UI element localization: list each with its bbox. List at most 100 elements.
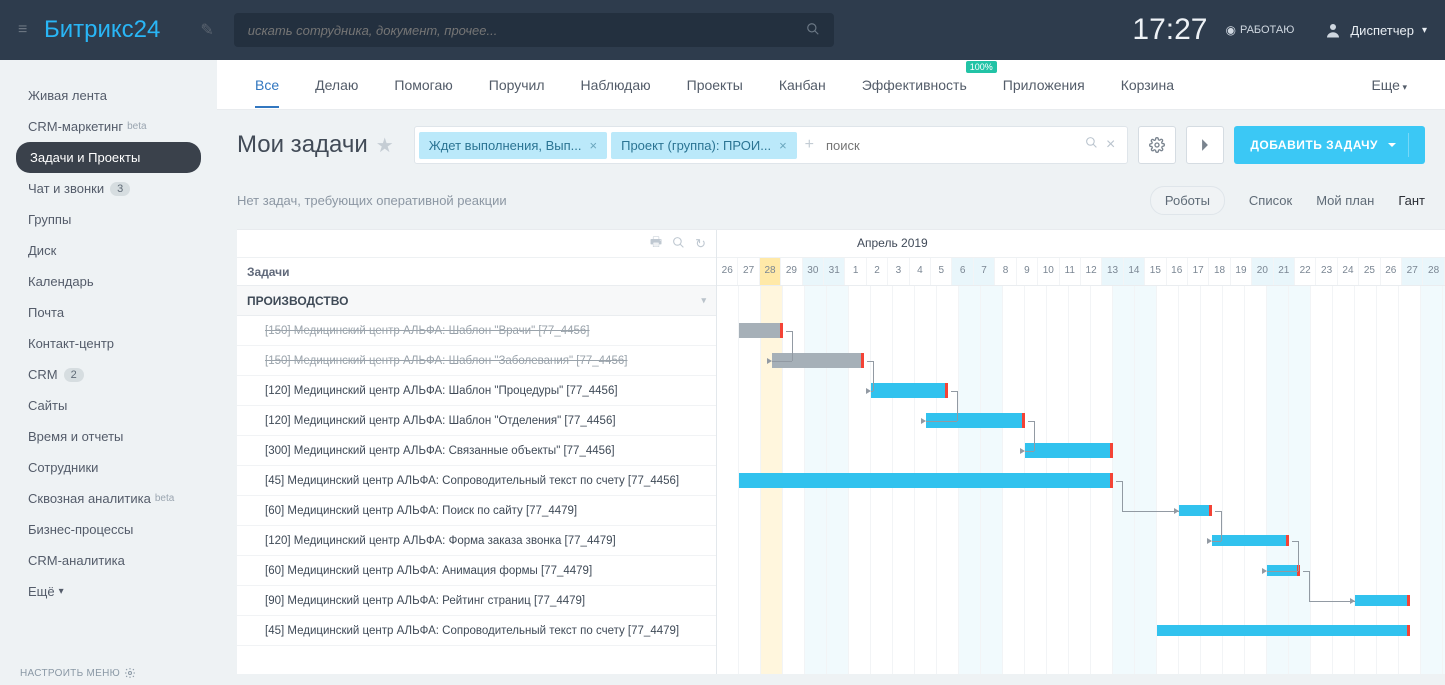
day-header: 4 xyxy=(910,258,931,285)
sidebar-item-14[interactable]: Бизнес-процессы xyxy=(0,514,217,545)
day-header: 3 xyxy=(888,258,909,285)
view-list[interactable]: Список xyxy=(1249,193,1292,208)
zoom-icon[interactable] xyxy=(672,236,685,252)
task-list-header: Задачи xyxy=(237,258,716,286)
gantt-bar[interactable] xyxy=(1179,505,1212,516)
sidebar-item-6[interactable]: Календарь xyxy=(0,266,217,297)
sidebar-item-4[interactable]: Группы xyxy=(0,204,217,235)
tab-4[interactable]: Наблюдаю xyxy=(563,63,669,107)
task-row[interactable]: [120] Медицинский центр АЛЬФА: Форма зак… xyxy=(237,526,716,556)
favorite-star-icon[interactable]: ★ xyxy=(376,133,394,158)
tab-2[interactable]: Помогаю xyxy=(376,63,470,107)
tab-6[interactable]: Канбан xyxy=(761,63,844,107)
tab-more[interactable]: Еще xyxy=(1353,63,1425,107)
grid-column xyxy=(717,286,739,674)
app-logo[interactable]: Битрикс24 xyxy=(44,16,160,44)
gantt-bar[interactable] xyxy=(871,383,948,398)
grid-column xyxy=(1113,286,1135,674)
global-search[interactable] xyxy=(234,13,834,47)
search-input[interactable] xyxy=(248,23,806,38)
filter-chip-status[interactable]: Ждет выполнения, Вып...× xyxy=(419,132,607,159)
chevron-down-icon[interactable] xyxy=(1388,143,1396,147)
day-header: 9 xyxy=(1017,258,1038,285)
sidebar-item-15[interactable]: CRM-аналитика xyxy=(0,545,217,576)
task-row[interactable]: [300] Медицинский центр АЛЬФА: Связанные… xyxy=(237,436,716,466)
day-header: 28 xyxy=(1423,258,1444,285)
clear-icon[interactable]: × xyxy=(1106,136,1115,154)
sidebar-item-16[interactable]: Ещё xyxy=(0,576,217,607)
tab-7[interactable]: Эффективность100% xyxy=(844,63,985,107)
day-header: 7 xyxy=(974,258,995,285)
gantt-bar[interactable] xyxy=(1025,443,1113,458)
sidebar-item-7[interactable]: Почта xyxy=(0,297,217,328)
sidebar-item-2[interactable]: Задачи и Проекты xyxy=(16,142,201,173)
close-icon[interactable]: × xyxy=(590,138,598,153)
tab-3[interactable]: Поручил xyxy=(471,63,563,107)
counter-badge: 3 xyxy=(110,182,130,196)
beta-badge: beta xyxy=(127,121,146,132)
grid-column xyxy=(1245,286,1267,674)
task-row[interactable]: [90] Медицинский центр АЛЬФА: Рейтинг ст… xyxy=(237,586,716,616)
month-label: Апрель 2019 xyxy=(857,236,928,250)
sidebar-item-12[interactable]: Сотрудники xyxy=(0,452,217,483)
tab-1[interactable]: Делаю xyxy=(297,63,376,107)
tab-0[interactable]: Все xyxy=(237,63,297,107)
sidebar-item-8[interactable]: Контакт-центр xyxy=(0,328,217,359)
edit-icon[interactable]: ✎ xyxy=(200,20,213,40)
user-menu[interactable]: Диспетчер xyxy=(1324,21,1427,39)
clock-time[interactable]: 17:27 xyxy=(1132,13,1207,47)
view-gantt[interactable]: Гант xyxy=(1398,193,1425,208)
task-row[interactable]: [120] Медицинский центр АЛЬФА: Шаблон "О… xyxy=(237,406,716,436)
day-header: 17 xyxy=(1188,258,1209,285)
sidebar-item-11[interactable]: Время и отчеты xyxy=(0,421,217,452)
sidebar-item-0[interactable]: Живая лента xyxy=(0,80,217,111)
print-icon[interactable]: 🖶 xyxy=(650,233,662,255)
title-row: Мои задачи ★ Ждет выполнения, Вып...× Пр… xyxy=(217,110,1445,176)
gantt-bar[interactable] xyxy=(739,473,1113,488)
gear-button[interactable] xyxy=(1138,126,1176,164)
sidebar-item-3[interactable]: Чат и звонки3 xyxy=(0,173,217,204)
robots-button[interactable] xyxy=(1186,126,1224,164)
task-row[interactable]: [120] Медицинский центр АЛЬФА: Шаблон "П… xyxy=(237,376,716,406)
sidebar-item-5[interactable]: Диск xyxy=(0,235,217,266)
task-row[interactable]: [60] Медицинский центр АЛЬФА: Поиск по с… xyxy=(237,496,716,526)
robots-link[interactable]: Роботы xyxy=(1150,186,1225,215)
sidebar-item-10[interactable]: Сайты xyxy=(0,390,217,421)
add-task-button[interactable]: ДОБАВИТЬ ЗАДАЧУ xyxy=(1234,126,1425,164)
gantt-bar[interactable] xyxy=(1157,625,1410,636)
plus-icon[interactable]: + xyxy=(801,136,818,154)
gantt-bar[interactable] xyxy=(739,323,783,338)
main-area: ВсеДелаюПомогаюПоручилНаблюдаюПроектыКан… xyxy=(217,60,1445,685)
view-myplan[interactable]: Мой план xyxy=(1316,193,1374,208)
search-icon[interactable] xyxy=(1085,136,1098,154)
refresh-icon[interactable]: ↻ xyxy=(695,236,706,252)
day-header: 16 xyxy=(1167,258,1188,285)
task-row[interactable]: [45] Медицинский центр АЛЬФА: Сопроводит… xyxy=(237,616,716,646)
task-filter[interactable]: Ждет выполнения, Вып...× Проект (группа)… xyxy=(414,126,1129,164)
close-icon[interactable]: × xyxy=(779,138,787,153)
gantt-bar[interactable] xyxy=(1355,595,1410,606)
task-group[interactable]: ПРОИЗВОДСТВО xyxy=(237,286,716,316)
filter-search-input[interactable] xyxy=(818,138,1077,153)
gantt-bar[interactable] xyxy=(1212,535,1289,546)
sidebar-item-1[interactable]: CRM-маркетингbeta xyxy=(0,111,217,142)
day-header: 29 xyxy=(781,258,802,285)
task-row[interactable]: [45] Медицинский центр АЛЬФА: Сопроводит… xyxy=(237,466,716,496)
gantt-chart-pane[interactable]: Апрель 2019 2627282930311234567891011121… xyxy=(717,230,1445,674)
tab-5[interactable]: Проекты xyxy=(669,63,761,107)
tab-9[interactable]: Корзина xyxy=(1103,63,1192,107)
work-status[interactable]: РАБОТАЮ xyxy=(1225,23,1294,37)
day-header: 23 xyxy=(1316,258,1337,285)
sidebar-settings[interactable]: НАСТРОИТЬ МЕНЮ xyxy=(20,667,136,679)
task-row[interactable]: [150] Медицинский центр АЛЬФА: Шаблон "В… xyxy=(237,316,716,346)
filter-chip-project[interactable]: Проект (группа): ПРОИ...× xyxy=(611,132,797,159)
sidebar-item-13[interactable]: Сквозная аналитикаbeta xyxy=(0,483,217,514)
grid-column xyxy=(1223,286,1245,674)
task-row[interactable]: [60] Медицинский центр АЛЬФА: Анимация ф… xyxy=(237,556,716,586)
counter-badge: 2 xyxy=(64,368,84,382)
search-icon[interactable] xyxy=(806,22,820,39)
hamburger-icon[interactable]: ≡ xyxy=(18,21,34,39)
sidebar-item-9[interactable]: CRM2 xyxy=(0,359,217,390)
tab-8[interactable]: Приложения xyxy=(985,63,1103,107)
task-row[interactable]: [150] Медицинский центр АЛЬФА: Шаблон "З… xyxy=(237,346,716,376)
